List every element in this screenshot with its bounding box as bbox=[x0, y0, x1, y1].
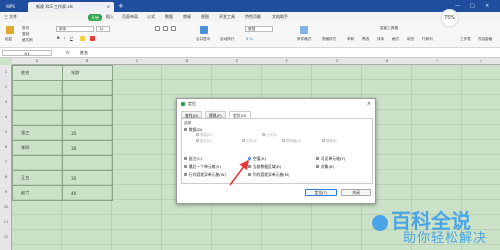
watermark-subtitle: 助你轻松解决 bbox=[403, 231, 488, 246]
watermark-title: 百科全说 bbox=[391, 209, 471, 233]
watermark-logo-icon bbox=[372, 215, 388, 231]
arrow-icon bbox=[229, 159, 249, 186]
